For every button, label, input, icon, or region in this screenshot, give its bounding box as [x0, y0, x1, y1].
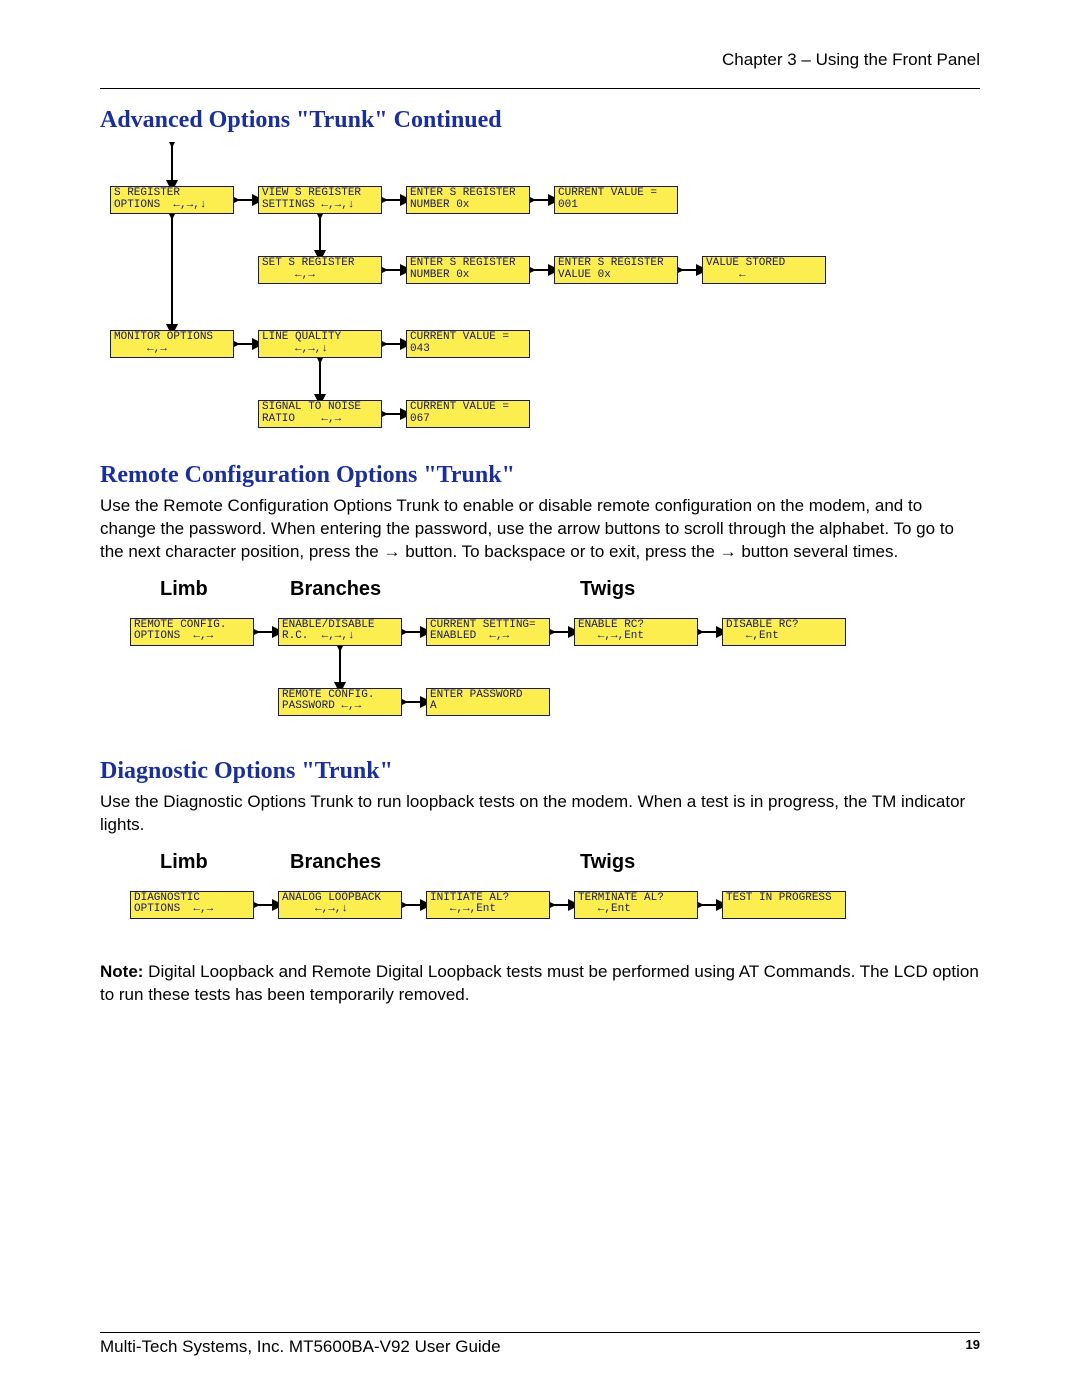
- diagram-advanced-options: S REGISTER OPTIONS ←,→,↓ VIEW S REGISTER…: [110, 142, 980, 442]
- remote-body-2: button. To backspace or to exit, press t…: [401, 542, 720, 561]
- note-text: Digital Loopback and Remote Digital Loop…: [100, 962, 979, 1004]
- box-disable-rc: DISABLE RC? ←,Ent: [722, 618, 846, 646]
- chapter-header: Chapter 3 – Using the Front Panel: [100, 50, 980, 70]
- box-diagnostic-options: DIAGNOSTIC OPTIONS ←,→: [130, 891, 254, 919]
- box-line-quality: LINE QUALITY ←,→,↓: [258, 330, 382, 358]
- col-header-branches: Branches: [290, 578, 381, 601]
- box-set-s-register: SET S REGISTER ←,→: [258, 256, 382, 284]
- col-header-twigs: Twigs: [580, 851, 635, 874]
- box-test-in-progress: TEST IN PROGRESS: [722, 891, 846, 919]
- section-title-diagnostic: Diagnostic Options "Trunk": [100, 758, 980, 785]
- section-title-remote: Remote Configuration Options "Trunk": [100, 462, 980, 489]
- box-monitor-options: MONITOR OPTIONS ←,→: [110, 330, 234, 358]
- col-header-branches: Branches: [290, 851, 381, 874]
- box-initiate-al: INITIATE AL? ←,→,Ent: [426, 891, 550, 919]
- box-analog-loopback: ANALOG LOOPBACK ←,→,↓: [278, 891, 402, 919]
- diagram-diagnostic: Limb Branches Twigs DIAGNOSTIC OPTIONS ←…: [130, 851, 980, 941]
- box-enable-disable-rc: ENABLE/DISABLE R.C. ←,→,↓: [278, 618, 402, 646]
- section-title-advanced: Advanced Options "Trunk" Continued: [100, 107, 980, 134]
- box-current-value-001: CURRENT VALUE = 001: [554, 186, 678, 214]
- note-paragraph: Note: Digital Loopback and Remote Digita…: [100, 961, 980, 1007]
- box-enter-s-reg-val: ENTER S REGISTER VALUE 0x: [554, 256, 678, 284]
- right-arrow-icon: →: [384, 542, 401, 561]
- box-enter-s-reg-num2: ENTER S REGISTER NUMBER 0x: [406, 256, 530, 284]
- box-s-register-options: S REGISTER OPTIONS ←,→,↓: [110, 186, 234, 214]
- right-arrow-icon: →: [720, 542, 737, 561]
- box-signal-to-noise: SIGNAL TO NOISE RATIO ←,→: [258, 400, 382, 428]
- box-current-setting-enabled: CURRENT SETTING= ENABLED ←,→: [426, 618, 550, 646]
- col-header-twigs: Twigs: [580, 578, 635, 601]
- diagnostic-body: Use the Diagnostic Options Trunk to run …: [100, 791, 980, 837]
- box-view-s-register: VIEW S REGISTER SETTINGS ←,→,↓: [258, 186, 382, 214]
- box-current-value-067: CURRENT VALUE = 067: [406, 400, 530, 428]
- diagram-remote-config: Limb Branches Twigs REMOTE CONFIG. OPTIO…: [130, 578, 980, 738]
- remote-body-3: button several times.: [737, 542, 899, 561]
- footer-text: Multi-Tech Systems, Inc. MT5600BA-V92 Us…: [100, 1337, 501, 1357]
- box-value-stored: VALUE STORED ←: [702, 256, 826, 284]
- box-terminate-al: TERMINATE AL? ←,Ent: [574, 891, 698, 919]
- box-current-value-043: CURRENT VALUE = 043: [406, 330, 530, 358]
- box-remote-config-options: REMOTE CONFIG. OPTIONS ←,→: [130, 618, 254, 646]
- footer-page-number: 19: [966, 1337, 980, 1357]
- box-enable-rc: ENABLE RC? ←,→,Ent: [574, 618, 698, 646]
- note-label: Note:: [100, 962, 143, 981]
- box-enter-password: ENTER PASSWORD A: [426, 688, 550, 716]
- box-enter-s-reg-num1: ENTER S REGISTER NUMBER 0x: [406, 186, 530, 214]
- col-header-limb: Limb: [160, 578, 208, 601]
- remote-config-body: Use the Remote Configuration Options Tru…: [100, 495, 980, 564]
- col-header-limb: Limb: [160, 851, 208, 874]
- box-remote-config-password: REMOTE CONFIG. PASSWORD ←,→: [278, 688, 402, 716]
